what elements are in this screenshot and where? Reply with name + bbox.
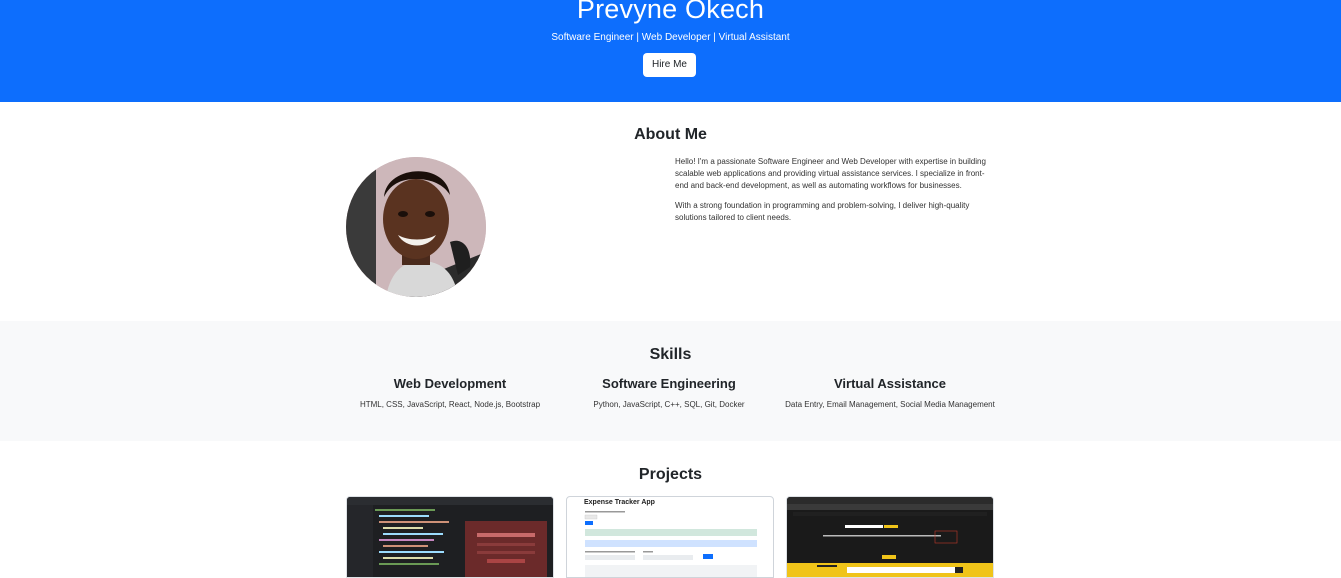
projects-title: Projects: [638, 466, 703, 483]
project-card-1[interactable]: [346, 496, 554, 578]
about-paragraph-2: With a strong foundation in programming …: [675, 201, 970, 222]
skill-name: Web Development: [393, 376, 507, 391]
skill-name: Virtual Assistance: [834, 376, 946, 391]
skill-description: Python, JavaScript, C++, SQL, Git, Docke…: [593, 400, 745, 409]
project-screenshot-landing-page: [787, 497, 993, 577]
about-description: Hello! I'm a passionate Software Enginee…: [675, 156, 995, 232]
skills-title: Skills: [649, 346, 692, 363]
skill-web-development: Web Development HTML, CSS, JavaScript, R…: [340, 376, 560, 411]
skill-virtual-assistance: Virtual Assistance Data Entry, Email Man…: [780, 376, 1000, 411]
tagline: Software Engineer | Web Developer | Virt…: [551, 32, 790, 43]
skill-name: Software Engineering: [602, 376, 736, 391]
skill-description: Data Entry, Email Management, Social Med…: [785, 400, 995, 409]
project-card-3[interactable]: [786, 496, 994, 578]
hire-me-button[interactable]: Hire Me: [643, 53, 696, 77]
about-paragraph-1: Hello! I'm a passionate Software Enginee…: [675, 157, 986, 190]
project-screenshot-code-editor: [347, 497, 553, 577]
site-owner-name: Prevyne Okech: [576, 0, 765, 24]
project-screenshot-expense-tracker: [584, 511, 757, 577]
portrait-illustration: [346, 157, 486, 297]
about-title: About Me: [634, 126, 707, 143]
profile-photo: [346, 157, 486, 297]
skill-software-engineering: Software Engineering Python, JavaScript,…: [559, 376, 779, 411]
project-card-2[interactable]: Expense Tracker App: [566, 496, 774, 578]
skill-description: HTML, CSS, JavaScript, React, Node.js, B…: [359, 400, 541, 409]
hero-banner: Prevyne Okech Software Engineer | Web De…: [0, 0, 1341, 102]
